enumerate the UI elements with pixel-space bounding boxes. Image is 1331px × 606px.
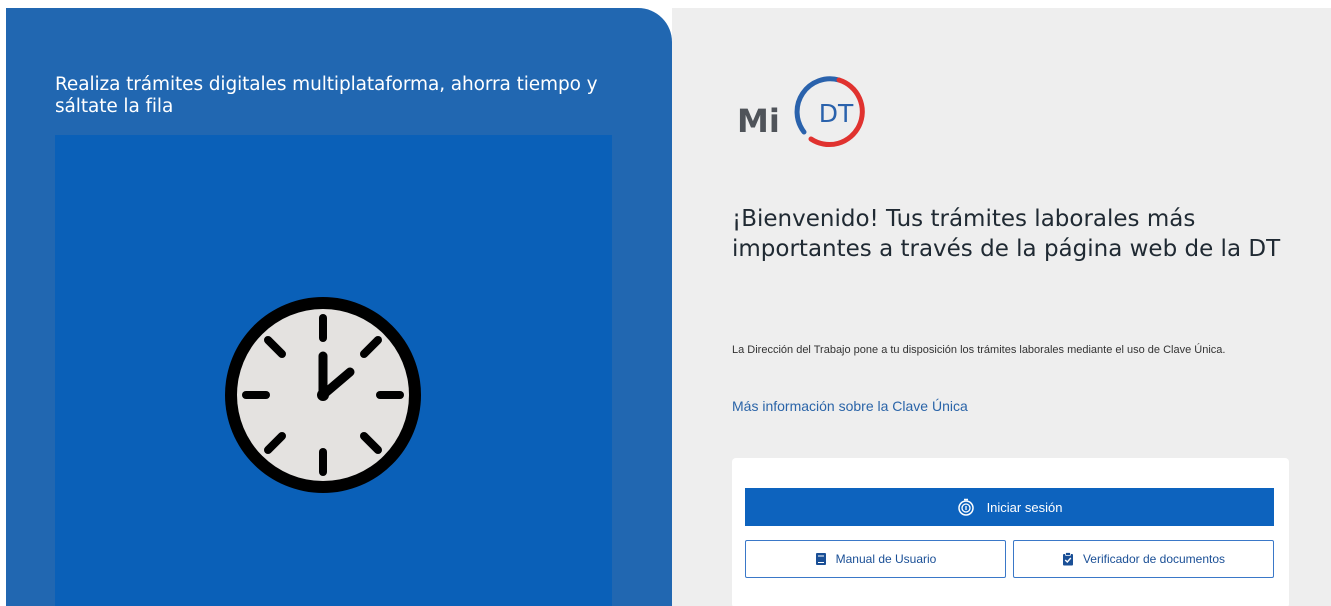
clave-unica-info-link[interactable]: Más información sobre la Clave Única bbox=[732, 398, 968, 414]
clock-icon bbox=[225, 297, 421, 493]
content-panel: Mi DT ¡Bienvenido! Tus trámites laborale… bbox=[672, 8, 1331, 606]
document-verifier-button[interactable]: Verificador de documentos bbox=[1013, 540, 1274, 578]
welcome-title: ¡Bienvenido! Tus trámites laborales más … bbox=[732, 206, 1281, 262]
clipboard-check-icon bbox=[1062, 552, 1073, 566]
mi-dt-logo: Mi DT bbox=[737, 76, 865, 148]
actions-card: Iniciar sesión Manual de Usuario Verific… bbox=[732, 458, 1289, 606]
book-icon bbox=[815, 553, 826, 565]
logo-prefix: Mi bbox=[737, 102, 780, 140]
logo-initials: DT bbox=[819, 99, 854, 128]
welcome-description: La Dirección del Trabajo pone a tu dispo… bbox=[732, 344, 1226, 356]
hero-media bbox=[55, 135, 612, 606]
user-manual-label: Manual de Usuario bbox=[835, 552, 937, 566]
login-button-label: Iniciar sesión bbox=[986, 499, 1063, 515]
login-page: Realiza trámites digitales multiplatafor… bbox=[0, 0, 1331, 606]
fingerprint-icon bbox=[957, 498, 974, 516]
hero-panel: Realiza trámites digitales multiplatafor… bbox=[6, 8, 672, 606]
login-button[interactable]: Iniciar sesión bbox=[745, 488, 1274, 526]
user-manual-button[interactable]: Manual de Usuario bbox=[745, 540, 1006, 578]
hero-tagline: Realiza trámites digitales multiplatafor… bbox=[55, 74, 598, 117]
document-verifier-label: Verificador de documentos bbox=[1082, 552, 1226, 566]
